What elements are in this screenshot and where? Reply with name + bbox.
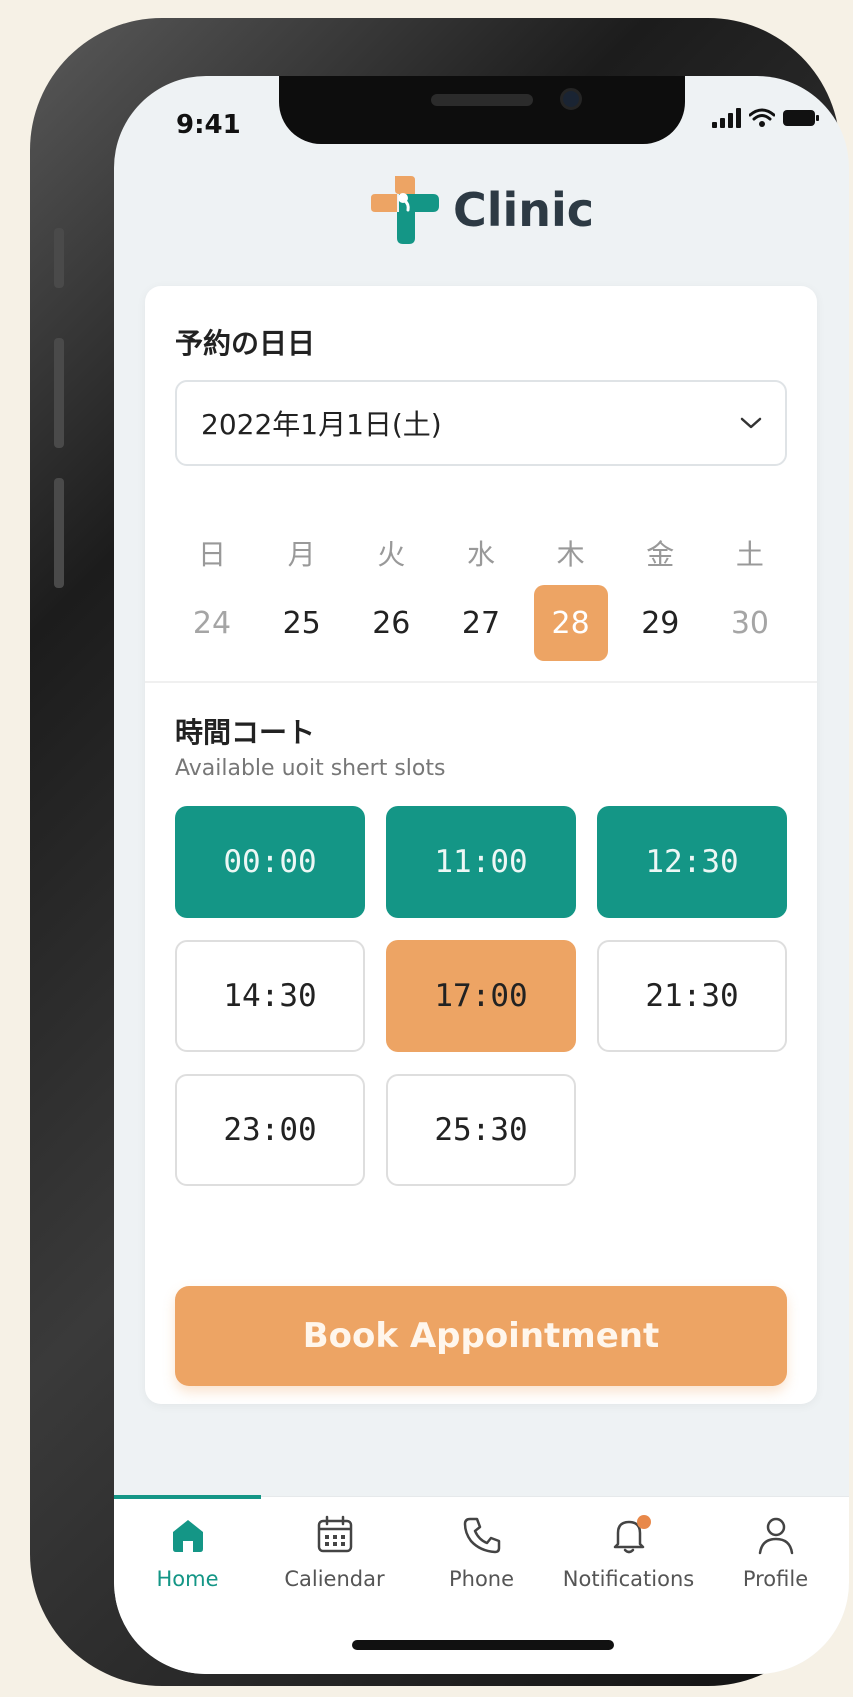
volume-down-button xyxy=(54,478,64,588)
notification-badge xyxy=(636,1515,651,1529)
tab-notifications[interactable]: Notifications xyxy=(555,1513,702,1591)
time-section-title: 時間コート xyxy=(175,716,316,749)
day-cell[interactable]: 25 xyxy=(265,585,339,661)
tab-label: Caliendar xyxy=(284,1567,385,1591)
mute-switch xyxy=(54,228,64,288)
weekday-label: 水 xyxy=(466,538,495,571)
app-name: Clinic xyxy=(452,183,595,237)
bell-icon-wrapper xyxy=(607,1513,651,1557)
home-icon xyxy=(172,1520,203,1552)
profile-icon xyxy=(758,1517,793,1555)
tab-label: Profile xyxy=(742,1567,809,1591)
time-section-subtitle: Available uoit shert slots xyxy=(175,756,446,781)
day-cell[interactable]: 27 xyxy=(444,585,518,661)
tab-home[interactable]: Home xyxy=(114,1513,261,1591)
volume-up-button xyxy=(54,338,64,448)
front-camera xyxy=(560,88,582,110)
app-header: Clinic xyxy=(114,174,849,246)
book-appointment-button[interactable]: Book Appointment xyxy=(175,1286,787,1386)
time-slot[interactable]: 14:30 xyxy=(175,940,365,1052)
phone-frame: 9:41 Clinic 予約の日日 2022年1月1日(土) 日 月 火 水 木… xyxy=(30,18,849,1686)
time-slot[interactable]: 00:00 xyxy=(175,806,365,918)
day-cell[interactable]: 29 xyxy=(623,585,697,661)
tab-phone[interactable]: Phone xyxy=(408,1513,555,1591)
time-slot[interactable]: 12:30 xyxy=(597,806,787,918)
weekday-label: 火 xyxy=(377,538,406,571)
selected-date-value: 2022年1月1日(土) xyxy=(201,408,442,441)
weekday-label: 月 xyxy=(287,538,316,571)
signal-icon xyxy=(712,108,741,128)
chevron-down-icon xyxy=(740,417,762,429)
time-slot[interactable]: 17:00 xyxy=(386,940,576,1052)
time-slot[interactable]: 25:30 xyxy=(386,1074,576,1186)
earpiece-speaker xyxy=(431,94,533,106)
week-days-row: 24 25 26 27 28 29 30 xyxy=(175,585,787,661)
tab-calendar[interactable]: Caliendar xyxy=(261,1513,408,1591)
time-slot[interactable]: 11:00 xyxy=(386,806,576,918)
weekday-label: 土 xyxy=(735,538,764,571)
booking-card: 予約の日日 2022年1月1日(土) 日 月 火 水 木 金 土 24 25 2… xyxy=(145,286,817,1404)
time-slot[interactable]: 23:00 xyxy=(175,1074,365,1186)
wifi-icon xyxy=(749,108,775,127)
status-icons xyxy=(712,108,819,128)
weekday-label: 日 xyxy=(197,538,226,571)
date-dropdown[interactable]: 2022年1月1日(土) xyxy=(175,380,787,466)
phone-icon xyxy=(463,1517,500,1554)
section-divider xyxy=(145,681,817,683)
tab-profile[interactable]: Profile xyxy=(702,1513,849,1591)
weekday-label: 木 xyxy=(556,538,585,571)
home-indicator xyxy=(352,1640,614,1650)
calendar-icon xyxy=(317,1515,352,1553)
tab-label: Phone xyxy=(448,1567,515,1591)
day-cell[interactable]: 26 xyxy=(354,585,428,661)
clinic-logo-icon xyxy=(370,176,439,244)
day-cell[interactable]: 28 xyxy=(533,585,608,661)
phone-screen: 9:41 Clinic 予約の日日 2022年1月1日(土) 日 月 火 水 木… xyxy=(114,76,849,1674)
tab-label: Notifications xyxy=(562,1567,695,1591)
time-slot[interactable]: 21:30 xyxy=(597,940,787,1052)
weekday-header-row: 日 月 火 水 木 金 土 xyxy=(175,515,787,591)
time-slot-grid: 00:00 11:00 12:30 14:30 17:00 21:30 23:0… xyxy=(175,806,787,1186)
day-cell[interactable]: 24 xyxy=(175,585,249,661)
status-time: 9:41 xyxy=(176,110,241,140)
weekday-label: 金 xyxy=(646,538,675,571)
tab-label: Home xyxy=(156,1567,219,1591)
date-section-title: 予約の日日 xyxy=(175,327,316,360)
day-cell[interactable]: 30 xyxy=(713,585,787,661)
battery-icon xyxy=(783,110,819,126)
camera-notch xyxy=(279,76,685,144)
active-tab-indicator xyxy=(114,1495,261,1499)
